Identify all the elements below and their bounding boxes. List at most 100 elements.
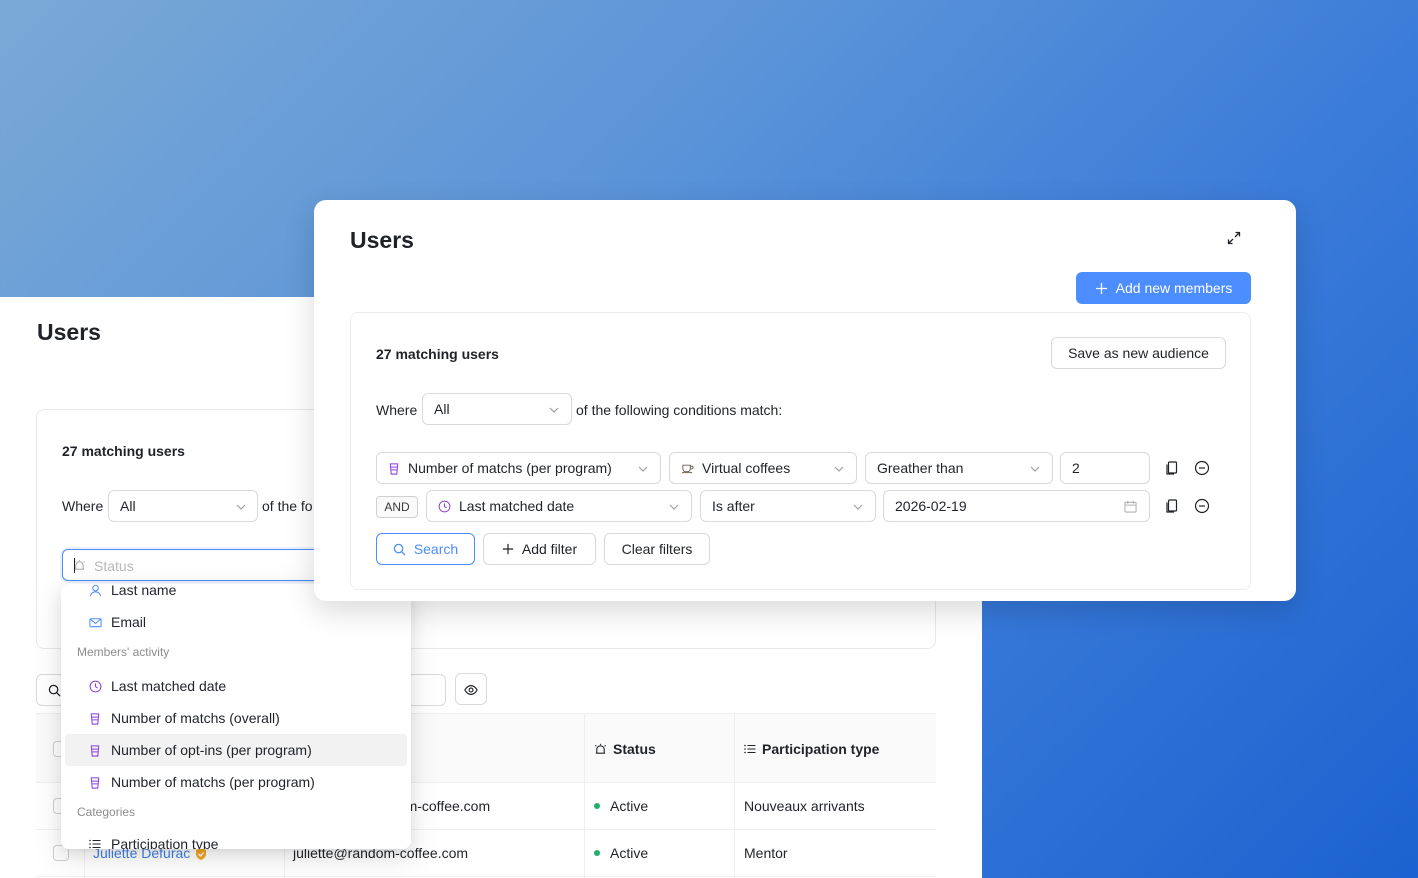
- filter-card: 27 matching users Save as new audience W…: [350, 312, 1251, 590]
- status-placeholder: Status: [94, 558, 134, 574]
- filter-field-value: Number of matchs (per program): [408, 460, 612, 476]
- matching-count: 27 matching users: [62, 443, 185, 459]
- clear-filters-button[interactable]: Clear filters: [604, 533, 710, 565]
- coffee-icon: [681, 462, 694, 474]
- toggle-columns-button[interactable]: [455, 673, 487, 705]
- dropdown-item-matchs-per-program[interactable]: Number of matchs (per program): [65, 766, 407, 798]
- add-members-label: Add new members: [1115, 280, 1233, 296]
- where-label: Where: [376, 402, 418, 418]
- plus-icon: [1095, 282, 1107, 294]
- eye-icon: [464, 685, 478, 695]
- conditions-label: of the fo: [262, 498, 313, 514]
- alarm-icon: [594, 743, 607, 754]
- filter-date-input[interactable]: 2026-02-19: [883, 490, 1150, 522]
- copy-icon[interactable]: [1164, 498, 1180, 514]
- users-modal: Users Add new members 27 matching users …: [314, 200, 1296, 601]
- clear-filters-label: Clear filters: [621, 541, 693, 557]
- filter-operator-select[interactable]: Is after: [700, 490, 876, 522]
- filter-date-value: 2026-02-19: [895, 498, 967, 514]
- chevron-down-icon: [549, 407, 559, 413]
- dropdown-item-last-matched-date[interactable]: Last matched date: [65, 670, 407, 702]
- remove-circle-icon[interactable]: [1194, 460, 1210, 476]
- matching-count: 27 matching users: [376, 346, 499, 362]
- filter-program-select[interactable]: Virtual coffees: [669, 452, 857, 484]
- dropdown-item-label: Email: [111, 614, 147, 630]
- filter-value-input[interactable]: 2: [1060, 452, 1150, 484]
- plus-icon: [502, 543, 514, 555]
- list-icon: [744, 744, 756, 754]
- status-text: Active: [610, 845, 649, 861]
- copy-icon[interactable]: [1164, 460, 1180, 476]
- calendar-icon: [1124, 500, 1137, 513]
- active-dot: [594, 803, 600, 810]
- dropdown-item-label: Participation type: [111, 836, 219, 849]
- chevron-down-icon: [1030, 466, 1040, 472]
- where-select[interactable]: All: [422, 393, 572, 425]
- dropdown-item-label: Number of matchs (per program): [111, 774, 315, 790]
- user-icon: [88, 584, 102, 597]
- remove-circle-icon[interactable]: [1194, 498, 1210, 514]
- participation-cell: Nouveaux arrivants: [744, 798, 865, 814]
- chevron-down-icon: [236, 504, 246, 510]
- where-select[interactable]: All: [108, 490, 258, 522]
- text-cursor: [74, 558, 75, 573]
- add-members-button[interactable]: Add new members: [1076, 272, 1251, 304]
- conditions-label: of the following conditions match:: [576, 402, 783, 418]
- participation-column-header[interactable]: Participation type: [744, 741, 879, 757]
- dropdown-item-label: Last matched date: [111, 678, 227, 694]
- filter-field-select[interactable]: Number of matchs (per program): [376, 452, 661, 484]
- verified-badge-icon: [196, 848, 207, 861]
- save-audience-label: Save as new audience: [1068, 345, 1209, 361]
- cup-icon: [88, 711, 102, 725]
- clock-icon: [438, 500, 451, 513]
- where-label: Where: [62, 498, 104, 514]
- filter-operator-select[interactable]: Greather than: [865, 452, 1053, 484]
- modal-title: Users: [350, 227, 414, 253]
- add-filter-button[interactable]: Add filter: [483, 533, 596, 565]
- expand-icon[interactable]: [1227, 231, 1241, 245]
- group-members-activity: Members' activity: [77, 645, 170, 659]
- status-cell: Active: [594, 845, 648, 861]
- status-header-label: Status: [613, 741, 656, 757]
- cup-icon: [88, 743, 102, 757]
- search-icon: [393, 543, 406, 556]
- where-select-value: All: [434, 401, 450, 417]
- chevron-down-icon: [853, 504, 863, 510]
- dropdown-item-label: Number of opt-ins (per program): [111, 742, 312, 758]
- search-button[interactable]: Search: [376, 533, 475, 565]
- mail-icon: [88, 615, 102, 629]
- chevron-down-icon: [638, 466, 648, 472]
- dropdown-item-label: Last name: [111, 584, 177, 598]
- dropdown-item-matchs-overall[interactable]: Number of matchs (overall): [65, 702, 407, 734]
- status-text: Active: [610, 798, 649, 814]
- and-connector-tag: AND: [376, 496, 418, 518]
- filter-operator-value: Greather than: [877, 460, 964, 476]
- filter-program-value: Virtual coffees: [702, 460, 791, 476]
- filter-field-value: Last matched date: [459, 498, 575, 514]
- group-categories: Categories: [77, 805, 136, 819]
- search-icon: [48, 684, 61, 697]
- dropdown-item-email[interactable]: Email: [65, 606, 407, 638]
- active-dot: [594, 850, 600, 857]
- clock-icon: [88, 679, 102, 693]
- cup-icon: [388, 462, 400, 475]
- list-icon: [88, 837, 102, 849]
- field-search-input[interactable]: Status: [62, 549, 322, 581]
- cup-icon: [88, 775, 102, 789]
- filter-field-select[interactable]: Last matched date: [426, 490, 692, 522]
- status-cell: Active: [594, 798, 648, 814]
- dropdown-item-participation-type[interactable]: Participation type: [65, 828, 407, 849]
- add-filter-label: Add filter: [521, 541, 578, 557]
- dropdown-item-label: Number of matchs (overall): [111, 710, 280, 726]
- search-button-label: Search: [413, 541, 459, 557]
- dropdown-item-optins-per-program[interactable]: Number of opt-ins (per program): [65, 734, 407, 766]
- field-dropdown: Last name Email Members' activity Last m…: [61, 584, 411, 849]
- chevron-down-icon: [834, 466, 844, 472]
- participation-cell: Mentor: [744, 845, 788, 861]
- filter-operator-value: Is after: [712, 498, 755, 514]
- where-select-value: All: [120, 498, 136, 514]
- status-column-header[interactable]: Status: [594, 741, 656, 757]
- save-audience-button[interactable]: Save as new audience: [1051, 337, 1226, 369]
- participation-header-label: Participation type: [762, 741, 880, 757]
- filter-value-text: 2: [1072, 460, 1080, 476]
